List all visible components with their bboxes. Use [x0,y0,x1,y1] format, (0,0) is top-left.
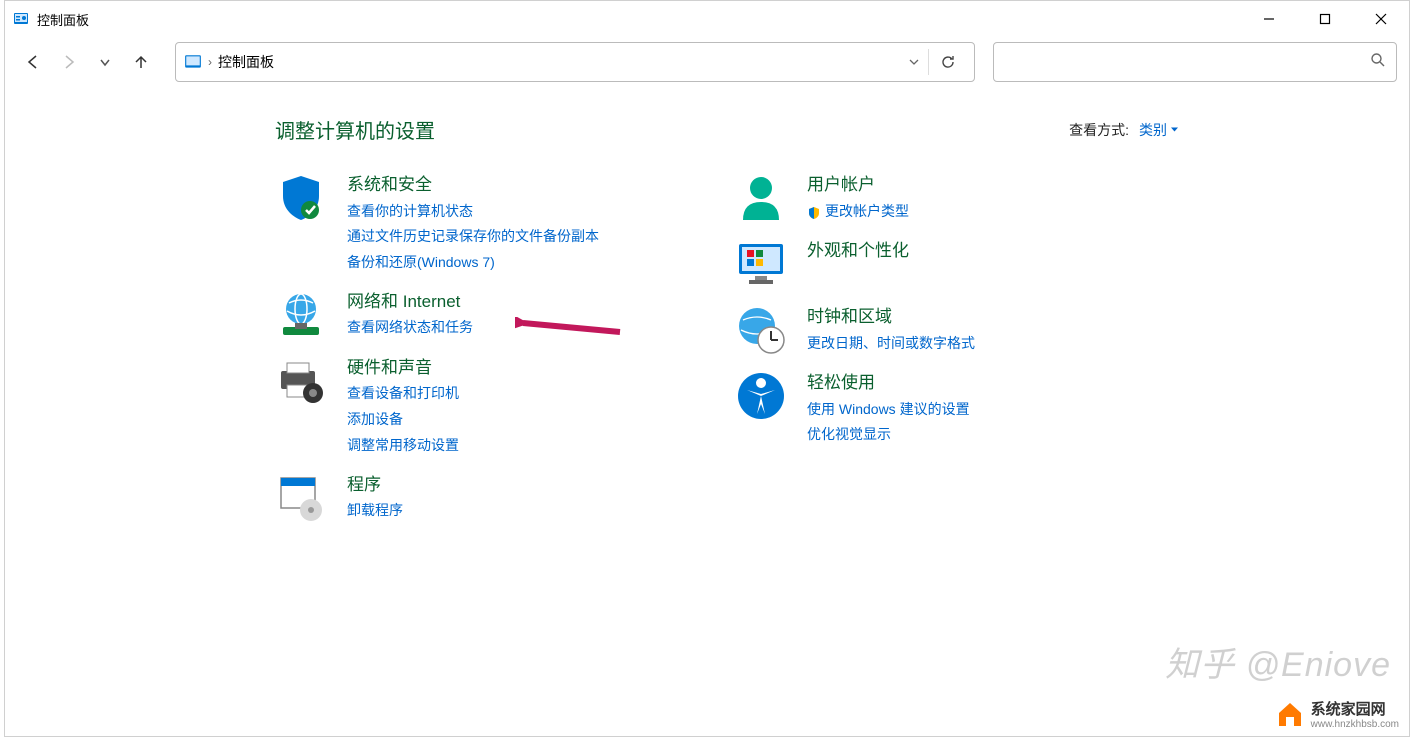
back-button[interactable] [17,46,49,78]
category-link[interactable]: 优化视觉显示 [807,423,970,447]
window: 控制面板 › 控制面板 调整计算机的设置 [4,0,1410,737]
category-title[interactable]: 网络和 Internet [347,289,473,315]
forward-button[interactable] [53,46,85,78]
close-button[interactable] [1353,1,1409,37]
refresh-button[interactable] [928,49,966,75]
window-title: 控制面板 [37,10,1241,29]
breadcrumb-path[interactable]: 控制面板 [218,52,900,72]
category-title[interactable]: 系统和安全 [347,172,599,198]
search-icon[interactable] [1370,52,1386,73]
category-user-accounts: 用户帐户 更改帐户类型 [735,172,1075,224]
page-title: 调整计算机的设置 [275,115,435,144]
category-ease-of-access: 轻松使用 使用 Windows 建议的设置 优化视觉显示 [735,370,1075,447]
toolbar: › 控制面板 [5,37,1409,87]
category-programs: 程序 卸载程序 [275,472,655,524]
titlebar: 控制面板 [5,1,1409,37]
category-title[interactable]: 用户帐户 [807,172,909,198]
category-link[interactable]: 添加设备 [347,408,459,432]
accessibility-icon [735,370,787,422]
recent-dropdown[interactable] [89,46,121,78]
category-link[interactable]: 使用 Windows 建议的设置 [807,398,970,422]
category-link[interactable]: 更改日期、时间或数字格式 [807,332,975,356]
category-appearance: 外观和个性化 [735,238,1075,290]
uac-shield-icon [807,204,821,218]
category-link[interactable]: 查看你的计算机状态 [347,200,599,224]
view-by-label: 查看方式: [1069,120,1129,140]
category-title[interactable]: 硬件和声音 [347,355,459,381]
window-controls [1241,1,1409,37]
address-bar[interactable]: › 控制面板 [175,42,975,82]
category-hardware: 硬件和声音 查看设备和打印机 添加设备 调整常用移动设置 [275,355,655,458]
watermark-site: 系统家园网 www.hnzkhbsb.com [1275,698,1399,730]
shield-icon [275,172,327,224]
category-title[interactable]: 时钟和区域 [807,304,975,330]
category-link[interactable]: 更改帐户类型 [807,200,909,224]
address-icon [184,53,202,71]
category-link[interactable]: 查看设备和打印机 [347,382,459,406]
category-title[interactable]: 轻松使用 [807,370,970,396]
house-icon [1275,699,1305,729]
category-link[interactable]: 备份和还原(Windows 7) [347,251,599,275]
column-left: 系统和安全 查看你的计算机状态 通过文件历史记录保存你的文件备份副本 备份和还原… [275,172,655,538]
breadcrumb-separator-icon: › [208,55,212,69]
column-right: 用户帐户 更改帐户类型 外观和个性化 [735,172,1075,538]
programs-icon [275,472,327,524]
clock-globe-icon [735,304,787,356]
printer-icon [275,355,327,407]
content: 调整计算机的设置 查看方式: 类别 系统和安全 查看你的计算机状态 [5,87,1409,538]
maximize-button[interactable] [1297,1,1353,37]
search-input[interactable] [1004,54,1370,70]
category-title[interactable]: 外观和个性化 [807,238,909,264]
category-link[interactable]: 查看网络状态和任务 [347,316,473,340]
category-system-security: 系统和安全 查看你的计算机状态 通过文件历史记录保存你的文件备份副本 备份和还原… [275,172,655,275]
category-title[interactable]: 程序 [347,472,403,498]
address-dropdown[interactable] [900,56,928,68]
monitor-icon [735,238,787,290]
user-icon [735,172,787,224]
view-by: 查看方式: 类别 [1069,120,1179,140]
up-button[interactable] [125,46,157,78]
category-link[interactable]: 通过文件历史记录保存你的文件备份副本 [347,225,599,249]
category-clock: 时钟和区域 更改日期、时间或数字格式 [735,304,1075,356]
category-link[interactable]: 卸载程序 [347,499,403,523]
control-panel-icon [13,11,29,27]
category-network: 网络和 Internet 查看网络状态和任务 [275,289,655,341]
watermark-zhihu: 知乎 @Eniove [1165,637,1391,686]
minimize-button[interactable] [1241,1,1297,37]
globe-icon [275,289,327,341]
search-box[interactable] [993,42,1397,82]
category-link[interactable]: 调整常用移动设置 [347,434,459,458]
view-by-dropdown[interactable]: 类别 [1139,120,1179,140]
